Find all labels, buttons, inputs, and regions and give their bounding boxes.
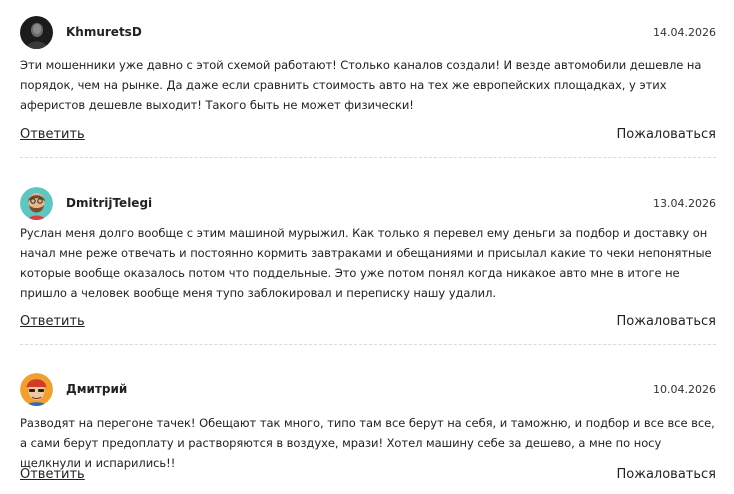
comment-text: Руслан меня долго вообще с этим машиной … (20, 226, 712, 300)
comment-header: KhmuretsD 14.04.2026 (20, 16, 716, 50)
comment-author: Дмитрий (66, 382, 128, 396)
comment-actions: Ответить Пожаловаться (20, 127, 716, 147)
comment-divider (20, 157, 716, 158)
comment-item: Дмитрий 10.04.2026 Разводят на перегоне … (20, 373, 716, 470)
comment-author: KhmuretsD (66, 25, 142, 39)
comment-header: Дмитрий 10.04.2026 (20, 373, 716, 407)
bearded-cartoon-avatar-icon[interactable] (20, 187, 53, 220)
comment-item: DmitrijTelegi 13.04.2026 Руслан меня дол… (20, 187, 716, 300)
comment-divider (20, 344, 716, 345)
report-button[interactable]: Пожаловаться (617, 467, 717, 482)
comment-author: DmitrijTelegi (66, 196, 153, 210)
dark-portrait-avatar-icon[interactable] (20, 16, 53, 49)
reply-button[interactable]: Ответить (20, 127, 85, 142)
comment-text: Разводят на перегоне тачек! Обещают так … (20, 416, 715, 470)
comment-header: DmitrijTelegi 13.04.2026 (20, 187, 716, 221)
reply-button[interactable]: Ответить (20, 314, 85, 329)
report-button[interactable]: Пожаловаться (617, 127, 717, 142)
comment-date: 10.04.2026 (653, 383, 716, 396)
comment-date: 14.04.2026 (653, 26, 716, 39)
report-button[interactable]: Пожаловаться (617, 314, 717, 329)
comment-item: KhmuretsD 14.04.2026 Эти мошенники уже д… (20, 16, 716, 112)
comment-actions: Ответить Пожаловаться (20, 467, 716, 487)
comment-text: Эти мошенники уже давно с этой схемой ра… (20, 58, 702, 112)
comment-actions: Ответить Пожаловаться (20, 314, 716, 334)
comment-date: 13.04.2026 (653, 197, 716, 210)
cartoon-cap-avatar-icon[interactable] (20, 373, 53, 406)
reply-button[interactable]: Ответить (20, 467, 85, 482)
